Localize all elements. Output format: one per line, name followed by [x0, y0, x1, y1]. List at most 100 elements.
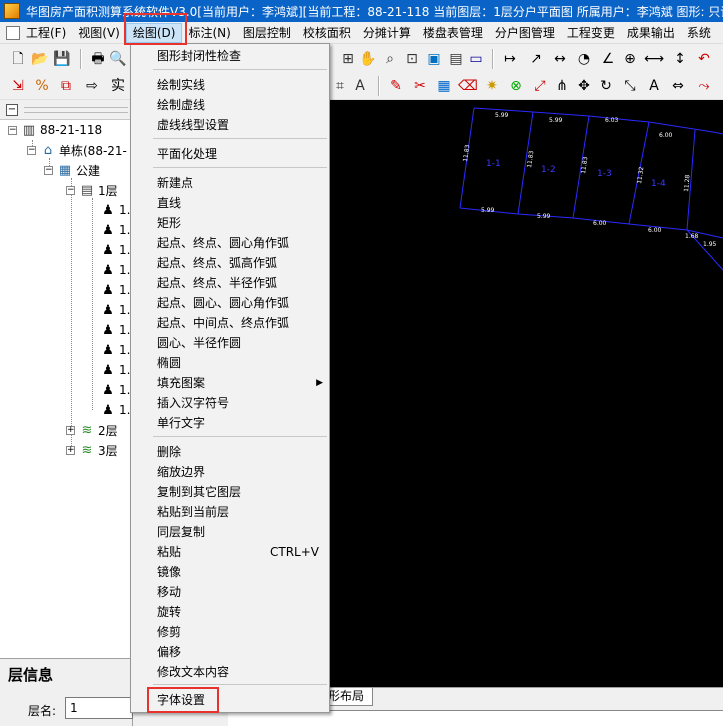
trim-tool-icon[interactable]: ✂ — [410, 76, 430, 96]
dimension-linear-icon[interactable]: ↔ — [550, 49, 570, 69]
dimension-horizontal-icon[interactable]: ↦ — [500, 49, 520, 69]
menu-item-rectangle[interactable]: 矩形 — [131, 213, 329, 233]
layer-name-input[interactable] — [65, 697, 133, 719]
scale-tool-icon[interactable]: ⤡ — [620, 76, 640, 96]
menu-item-edit-text[interactable]: 修改文本内容 — [131, 662, 329, 682]
menu-item-closure-check[interactable]: 图形封闭性检查 — [131, 46, 329, 66]
menu-project[interactable]: 工程(F) — [22, 23, 72, 43]
pan-tool-icon[interactable]: ✋ — [358, 49, 378, 69]
zoom-tool-icon[interactable]: ⌕ — [380, 49, 400, 69]
menu-project-change[interactable]: 工程变更 — [561, 23, 621, 43]
solid-line-tool-label[interactable]: 实 — [108, 76, 128, 96]
new-file-icon[interactable]: 🗋 — [8, 49, 28, 69]
tree-node-unit[interactable]: ♟ 1. — [100, 361, 130, 379]
tree-node-unit[interactable]: ♟ 1. — [100, 401, 130, 419]
hatch-tool-icon[interactable]: ⌗ — [330, 76, 350, 96]
select-tool-icon[interactable]: ⇲ — [8, 76, 28, 96]
menu-item-arc-center-angle[interactable]: 起点、终点、圆心角作弧 — [131, 233, 329, 253]
menu-item-arc-start-center[interactable]: 起点、圆心、圆心角作弧 — [131, 293, 329, 313]
text-tool-icon[interactable]: A — [350, 76, 370, 96]
menu-item-dash-style[interactable]: 虚线线型设置 — [131, 115, 329, 135]
tree-node-floor-2[interactable]: + ≋ 2层 — [66, 421, 118, 439]
menu-item-arc-three-point[interactable]: 起点、中间点、终点作弧 — [131, 313, 329, 333]
tree-node-building[interactable]: − ⌂ 单栋(88-21- — [27, 141, 127, 159]
grid-tool-icon[interactable]: ⊞ — [338, 49, 358, 69]
layer-tool-icon[interactable]: ▣ — [424, 49, 444, 69]
tree-node-project[interactable]: − ▥ 88-21-118 — [8, 121, 102, 139]
menu-view[interactable]: 视图(V) — [72, 23, 126, 43]
mirror-tool-icon[interactable]: ⋔ — [552, 76, 572, 96]
tree-expander-icon[interactable]: − — [27, 145, 36, 155]
dimension-width-icon[interactable]: ⟷ — [644, 49, 664, 69]
menu-item-paste-to-layer[interactable]: 粘贴到当前层 — [131, 502, 329, 522]
menu-system[interactable]: 系统 — [681, 23, 717, 43]
menu-check-area[interactable]: 校核面积 — [297, 23, 357, 43]
menu-item-draw-solid[interactable]: 绘制实线 — [131, 75, 329, 95]
tree-node-unit[interactable]: ♟ 1. — [100, 281, 130, 299]
dimension-radius-icon[interactable]: ◔ — [574, 49, 594, 69]
box-tool-icon[interactable]: ▦ — [434, 76, 454, 96]
tree-node-unit[interactable]: ♟ 1. — [100, 201, 130, 219]
menu-item-copy-to-layer[interactable]: 复制到其它图层 — [131, 482, 329, 502]
tree-node-floor-1[interactable]: − ▤ 1层 — [66, 181, 118, 199]
save-icon[interactable]: 💾 — [52, 49, 72, 69]
tree-node-public[interactable]: − ▦ 公建 — [44, 161, 100, 179]
menu-draw[interactable]: 绘图(D) — [125, 22, 183, 43]
document-icon[interactable] — [6, 25, 20, 40]
tab-layout[interactable]: 形布局 — [327, 688, 374, 706]
menu-item-line[interactable]: 直线 — [131, 193, 329, 213]
menu-item-insert-symbol[interactable]: 插入汉字符号 — [131, 393, 329, 413]
properties-tool-icon[interactable]: ▤ — [446, 49, 466, 69]
tree-node-unit[interactable]: ♟ 1. — [100, 301, 130, 319]
pencil-tool-icon[interactable]: ✎ — [386, 76, 406, 96]
dimension-angle-icon[interactable]: ∠ — [598, 49, 618, 69]
explode-tool-icon[interactable]: ✷ — [482, 76, 502, 96]
menu-item-arc-height[interactable]: 起点、终点、弧高作弧 — [131, 253, 329, 273]
tree-node-unit[interactable]: ♟ 1. — [100, 221, 130, 239]
menu-item-circle[interactable]: 圆心、半径作圆 — [131, 333, 329, 353]
tree-node-unit[interactable]: ♟ 1. — [100, 321, 130, 339]
dimension-aligned-icon[interactable]: ↗ — [526, 49, 546, 69]
erase-tool-icon[interactable]: ⌫ — [458, 76, 478, 96]
tree-expander-icon[interactable]: + — [66, 425, 75, 435]
join-tool-icon[interactable]: ⊗ — [506, 76, 526, 96]
zoom-window-icon[interactable]: ⊡ — [402, 49, 422, 69]
pane-grip[interactable] — [24, 107, 128, 113]
monitor-icon[interactable]: ▭ — [466, 49, 486, 69]
menu-item-rotate[interactable]: 旋转 — [131, 602, 329, 622]
menu-item-mirror[interactable]: 镜像 — [131, 562, 329, 582]
copy-tool-icon[interactable]: ⧉ — [56, 76, 76, 96]
menu-item-delete[interactable]: 删除 — [131, 442, 329, 462]
menu-item-paste[interactable]: 粘贴 CTRL+V — [131, 542, 329, 562]
tree-expander-icon[interactable]: − — [8, 125, 17, 135]
move-tool-icon[interactable]: ⤢ — [530, 76, 550, 96]
menu-item-move[interactable]: 移动 — [131, 582, 329, 602]
tree-node-floor-3[interactable]: + ≋ 3层 — [66, 441, 118, 459]
pane-collapse-icon[interactable]: − — [6, 104, 18, 116]
tree-node-unit[interactable]: ♟ 1. — [100, 241, 130, 259]
percent-tool-icon[interactable]: % — [32, 76, 52, 96]
tree-node-unit[interactable]: ♟ 1. — [100, 381, 130, 399]
tree-node-unit[interactable]: ♟ 1. — [100, 261, 130, 279]
menu-item-offset[interactable]: 偏移 — [131, 642, 329, 662]
menu-item-zoom-extents[interactable]: 缩放边界 — [131, 462, 329, 482]
menu-item-draw-dashed[interactable]: 绘制虚线 — [131, 95, 329, 115]
menu-layer-control[interactable]: 图层控制 — [237, 23, 297, 43]
text-edit-tool-icon[interactable]: A — [644, 76, 664, 96]
menu-item-new-point[interactable]: 新建点 — [131, 173, 329, 193]
menu-item-arc-radius[interactable]: 起点、终点、半径作弧 — [131, 273, 329, 293]
menu-item-single-text[interactable]: 单行文字 — [131, 413, 329, 433]
tree-node-unit[interactable]: ♟ 1. — [100, 341, 130, 359]
menu-item-ellipse[interactable]: 椭圆 — [131, 353, 329, 373]
menu-item-fill-pattern[interactable]: 填充图案 ▶ — [131, 373, 329, 393]
cross-move-icon[interactable]: ✥ — [574, 76, 594, 96]
tree-expander-icon[interactable]: − — [44, 165, 53, 175]
dimension-vertical-icon[interactable]: ↕ — [670, 49, 690, 69]
menu-building-table[interactable]: 楼盘表管理 — [417, 23, 489, 43]
dimension-center-icon[interactable]: ⊕ — [620, 49, 640, 69]
menu-item-trim[interactable]: 修剪 — [131, 622, 329, 642]
menu-apportion[interactable]: 分摊计算 — [357, 23, 417, 43]
stretch-tool-icon[interactable]: ⇔ — [668, 76, 688, 96]
rotate-tool-icon[interactable]: ↻ — [596, 76, 616, 96]
menu-output[interactable]: 成果输出 — [621, 23, 681, 43]
